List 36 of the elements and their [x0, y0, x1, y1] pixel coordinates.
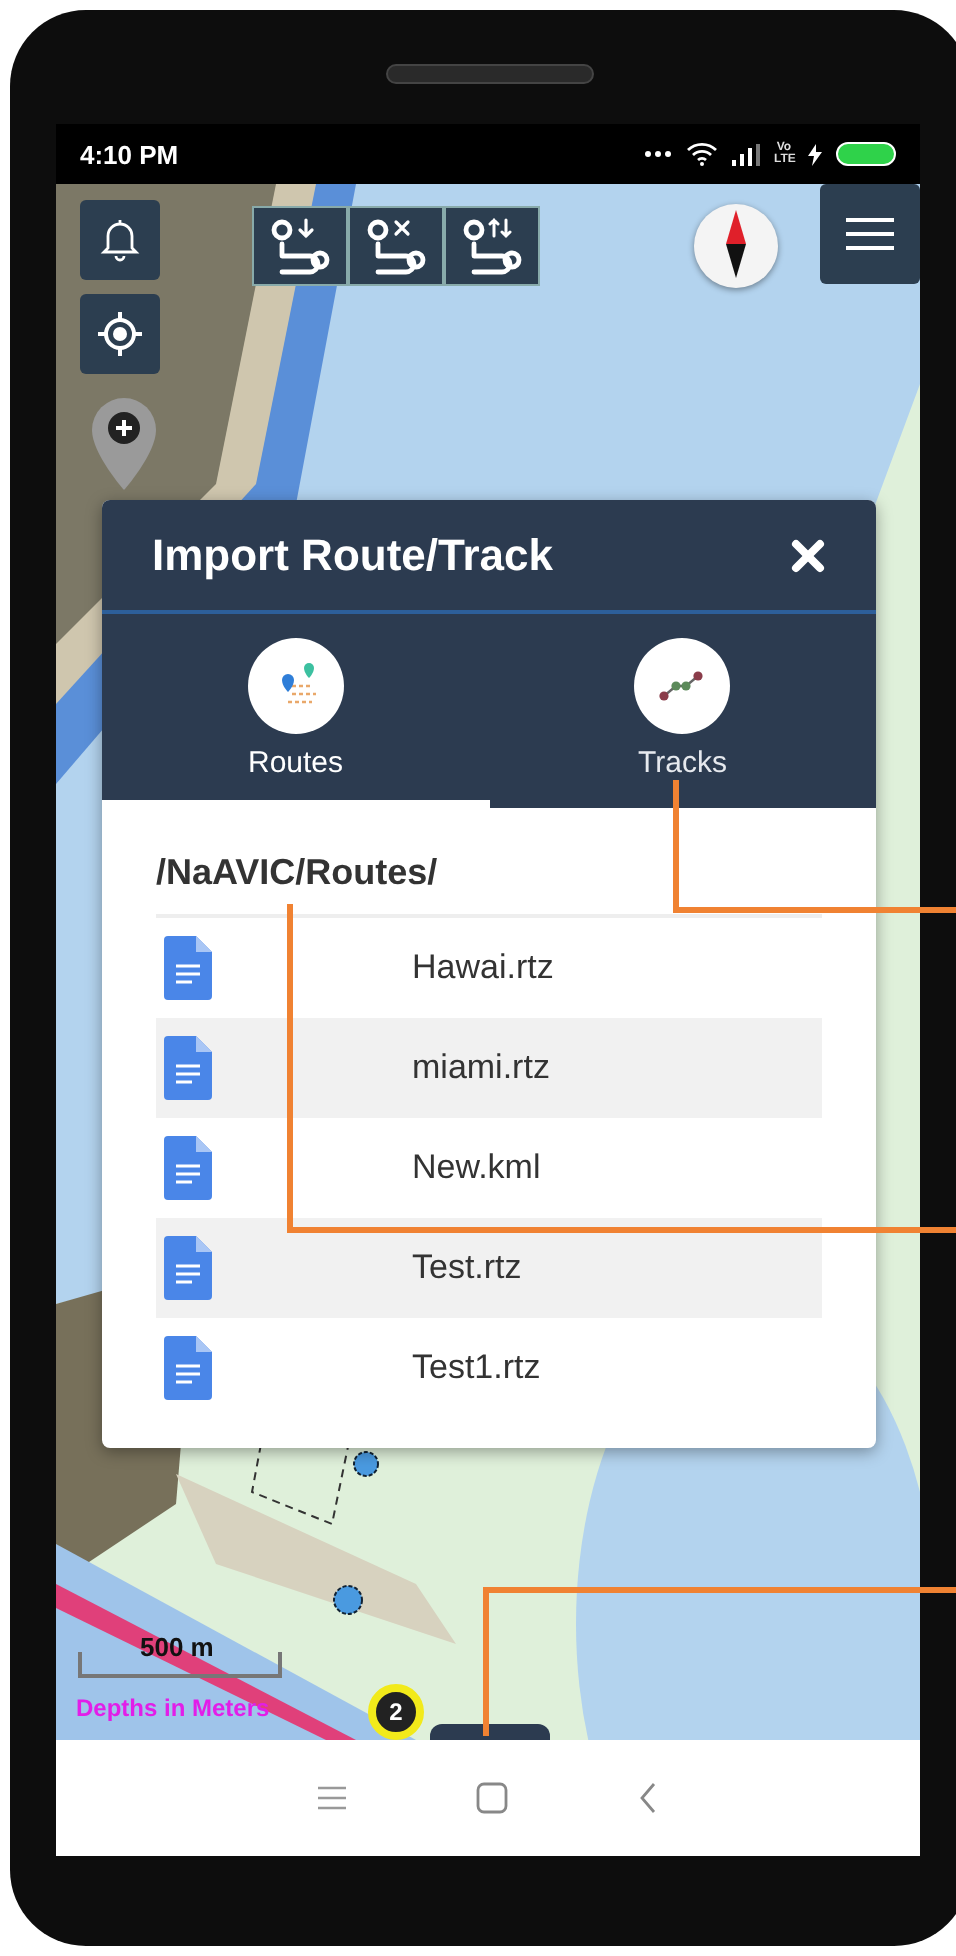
reverse-route-button[interactable] — [444, 206, 540, 286]
wifi-icon — [686, 142, 718, 166]
locate-button[interactable] — [80, 294, 160, 374]
back-icon[interactable] — [638, 1782, 658, 1814]
delete-route-button[interactable] — [348, 206, 444, 286]
dots-icon — [644, 150, 672, 158]
file-item[interactable]: Test.rtz — [156, 1218, 822, 1318]
battery-icon — [836, 142, 896, 166]
dialog-title: Import Route/Track — [152, 529, 553, 581]
status-time: 4:10 PM — [80, 139, 179, 169]
document-icon — [164, 1236, 212, 1300]
document-icon — [164, 1336, 212, 1400]
route-pin-icon — [266, 216, 334, 276]
menu-button[interactable] — [820, 184, 920, 284]
crosshair-icon — [96, 310, 144, 358]
import-route-button[interactable] — [252, 206, 348, 286]
dialog-tab[interactable]: Tracks — [489, 614, 876, 808]
bell-icon — [100, 218, 140, 262]
signal-icon — [732, 143, 760, 165]
route-pin-icon — [362, 216, 430, 276]
file-item[interactable]: miami.rtz — [156, 1018, 822, 1118]
menu-icon — [846, 216, 894, 252]
dialog-tab[interactable]: Routes — [102, 614, 489, 808]
document-icon — [164, 936, 212, 1000]
menu-icon[interactable] — [318, 1786, 346, 1810]
document-icon — [164, 1036, 212, 1100]
charging-bolt-icon — [808, 143, 822, 165]
add-marker-pin-icon — [90, 396, 158, 492]
drawer-handle[interactable] — [430, 1724, 550, 1740]
home-square-icon[interactable] — [476, 1782, 508, 1814]
compass-needle-icon — [726, 209, 746, 277]
notification-button[interactable] — [80, 200, 160, 280]
route-pin-icon — [458, 216, 526, 276]
track-dots-icon — [658, 668, 707, 704]
document-icon — [164, 1136, 212, 1200]
depth-units-label: Depths in Meters — [76, 1694, 270, 1722]
